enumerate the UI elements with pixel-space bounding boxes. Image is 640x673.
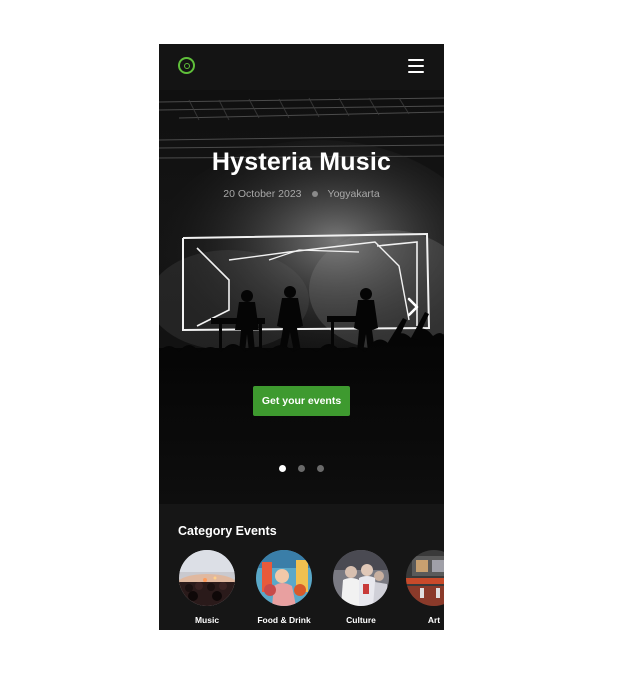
carousel-dot-2[interactable] [298, 465, 305, 472]
hamburger-menu-icon[interactable] [408, 59, 424, 73]
category-label: Art [427, 615, 441, 625]
category-image-music [179, 550, 235, 606]
event-date: 20 October 2023 [223, 188, 302, 200]
vinyl-disc-icon[interactable] [178, 57, 195, 74]
category-label: Music [194, 615, 220, 625]
event-title: Hysteria Music [211, 148, 392, 176]
carousel-indicators [159, 465, 444, 472]
meta-separator-dot [311, 191, 318, 197]
menu-line [408, 59, 424, 61]
top-bar [159, 44, 444, 90]
logo-center [183, 62, 190, 69]
category-image-food-drink [256, 550, 312, 606]
chevron-right-icon[interactable] [404, 296, 422, 318]
menu-line [408, 65, 424, 67]
get-events-button[interactable]: Get your events [253, 386, 350, 416]
event-location: Yogyakarta [327, 188, 380, 200]
event-meta: 20 October 2023 Yogyakarta [159, 188, 444, 200]
menu-line [408, 71, 424, 73]
carousel-dot-1[interactable] [279, 465, 286, 472]
category-section: Category Events Music Food & Drink Cultu… [159, 504, 444, 630]
app-screen: Hysteria Music 20 October 2023 Yogyakart… [159, 44, 444, 630]
carousel-dot-3[interactable] [317, 465, 324, 472]
hero-banner: Hysteria Music 20 October 2023 Yogyakart… [159, 90, 444, 504]
category-label: Food & Drink [257, 615, 311, 625]
category-list: Music Food & Drink Culture Art [159, 550, 444, 630]
category-image-art [406, 550, 444, 606]
category-image-culture [333, 550, 389, 606]
category-section-title: Category Events [178, 524, 277, 538]
category-label: Culture [346, 615, 376, 625]
